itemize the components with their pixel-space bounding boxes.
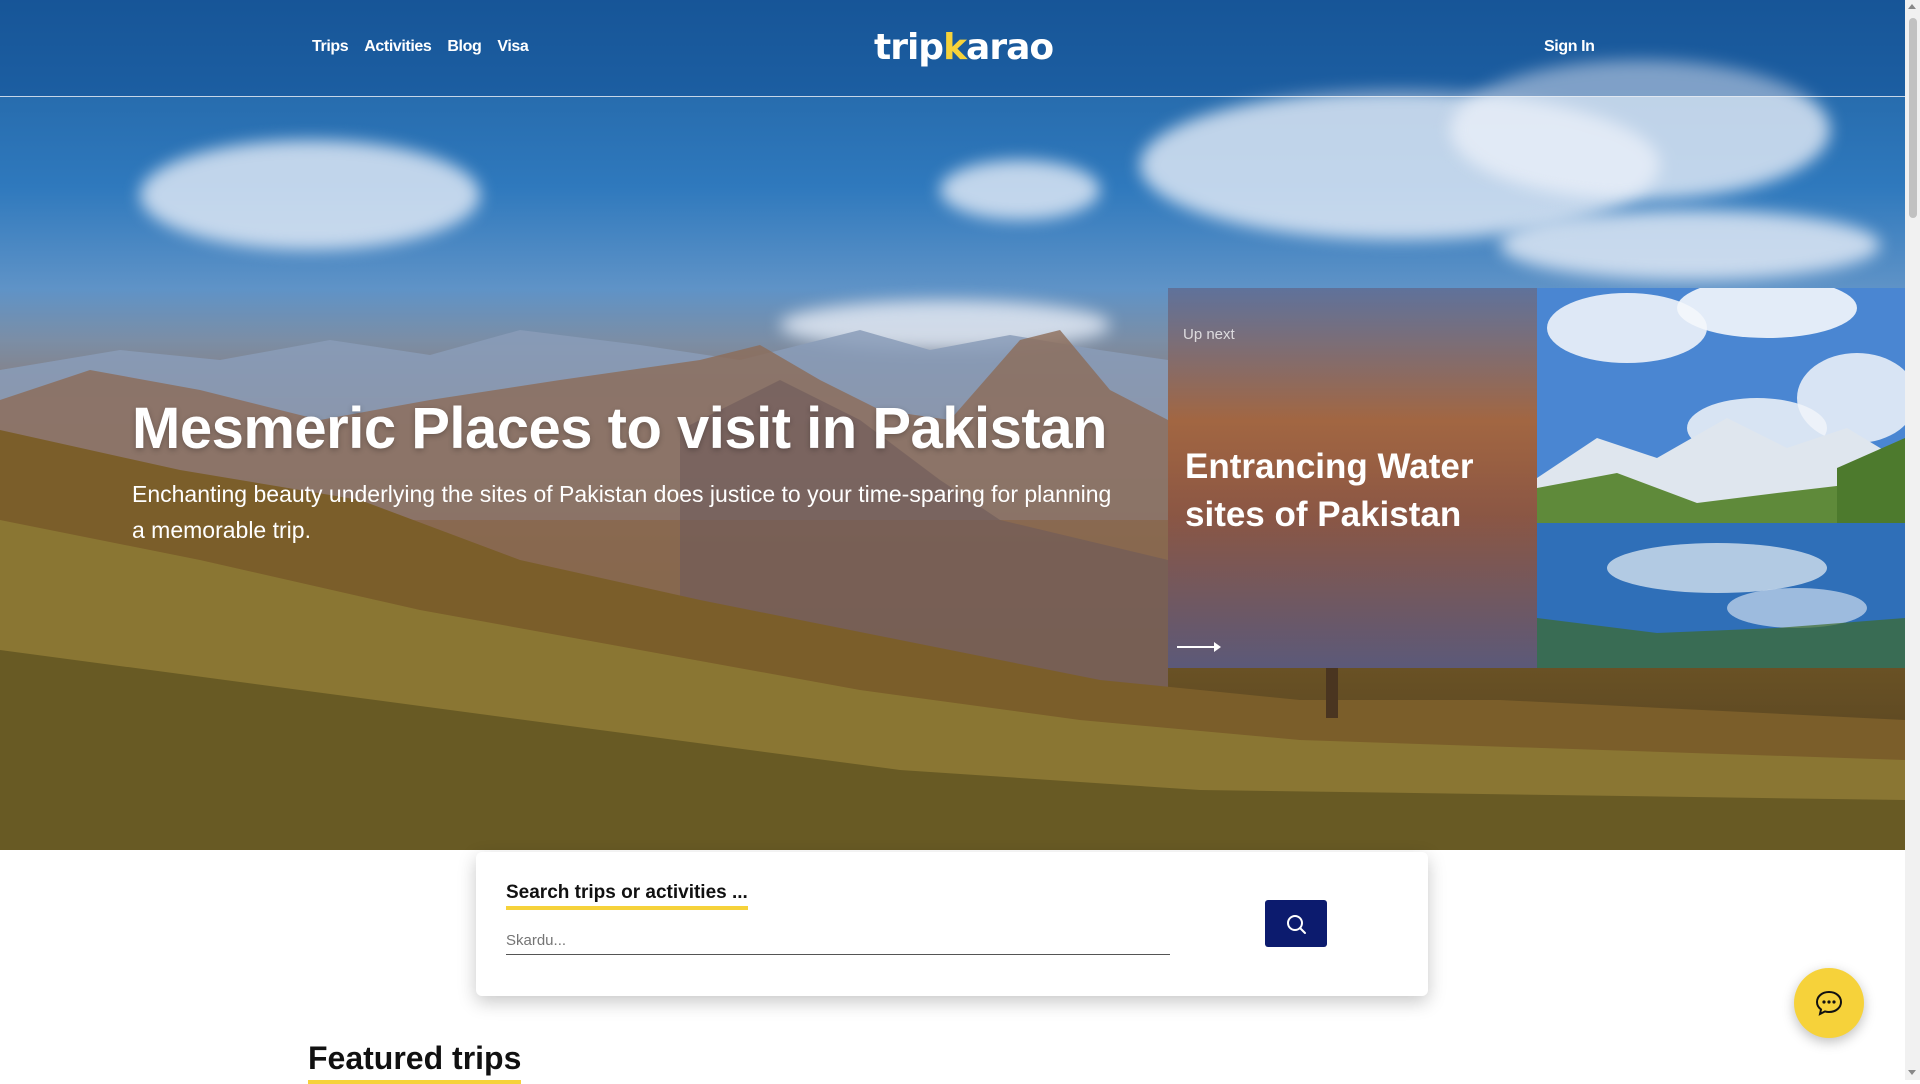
hero-subtitle: Enchanting beauty underlying the sites o… <box>132 481 1112 543</box>
hero-title: Mesmeric Places to visit in Pakistan <box>132 396 1107 461</box>
lake-landscape-image <box>1537 288 1905 668</box>
long-arrow-right-icon[interactable] <box>1176 640 1222 654</box>
top-navbar: Trips Activities Blog Visa tripkarao Sig… <box>0 0 1905 97</box>
scrollbar-thumb[interactable] <box>1909 18 1917 218</box>
nav-link-visa[interactable]: Visa <box>497 38 528 56</box>
up-next-card[interactable]: Up next Entrancing Water sites of Pakist… <box>1168 288 1537 668</box>
nav-link-trips[interactable]: Trips <box>312 38 349 56</box>
chat-bubble-icon <box>1815 990 1843 1016</box>
nav-link-activities[interactable]: Activities <box>364 38 432 56</box>
sign-in-link[interactable]: Sign In <box>1544 38 1595 56</box>
search-button[interactable] <box>1265 900 1327 947</box>
page-scrollbar[interactable] <box>1905 0 1920 1080</box>
chat-button[interactable] <box>1794 968 1864 1038</box>
logo-text-start: trip <box>874 27 944 68</box>
up-next-label: Up next <box>1183 326 1235 343</box>
logo-accent-letter: k <box>943 27 967 68</box>
search-heading: Search trips or activities ... <box>506 882 748 910</box>
search-panel: Search trips or activities ... <box>476 852 1428 996</box>
hero-banner: Trips Activities Blog Visa tripkarao Sig… <box>0 0 1905 850</box>
main-nav: Trips Activities Blog Visa <box>312 38 529 56</box>
scroll-down-arrow-icon[interactable] <box>1908 1070 1916 1075</box>
nav-link-blog[interactable]: Blog <box>447 38 481 56</box>
featured-trips-heading: Featured trips <box>308 1036 522 1084</box>
search-icon <box>1287 914 1306 934</box>
up-next-title: Entrancing Water sites of Pakistan <box>1185 447 1474 534</box>
scroll-up-arrow-icon[interactable] <box>1908 4 1916 9</box>
site-logo[interactable]: tripkarao <box>874 27 1054 68</box>
search-input[interactable] <box>506 926 1170 955</box>
next-slide-image[interactable] <box>1537 288 1905 668</box>
logo-text-end: arao <box>966 27 1054 68</box>
